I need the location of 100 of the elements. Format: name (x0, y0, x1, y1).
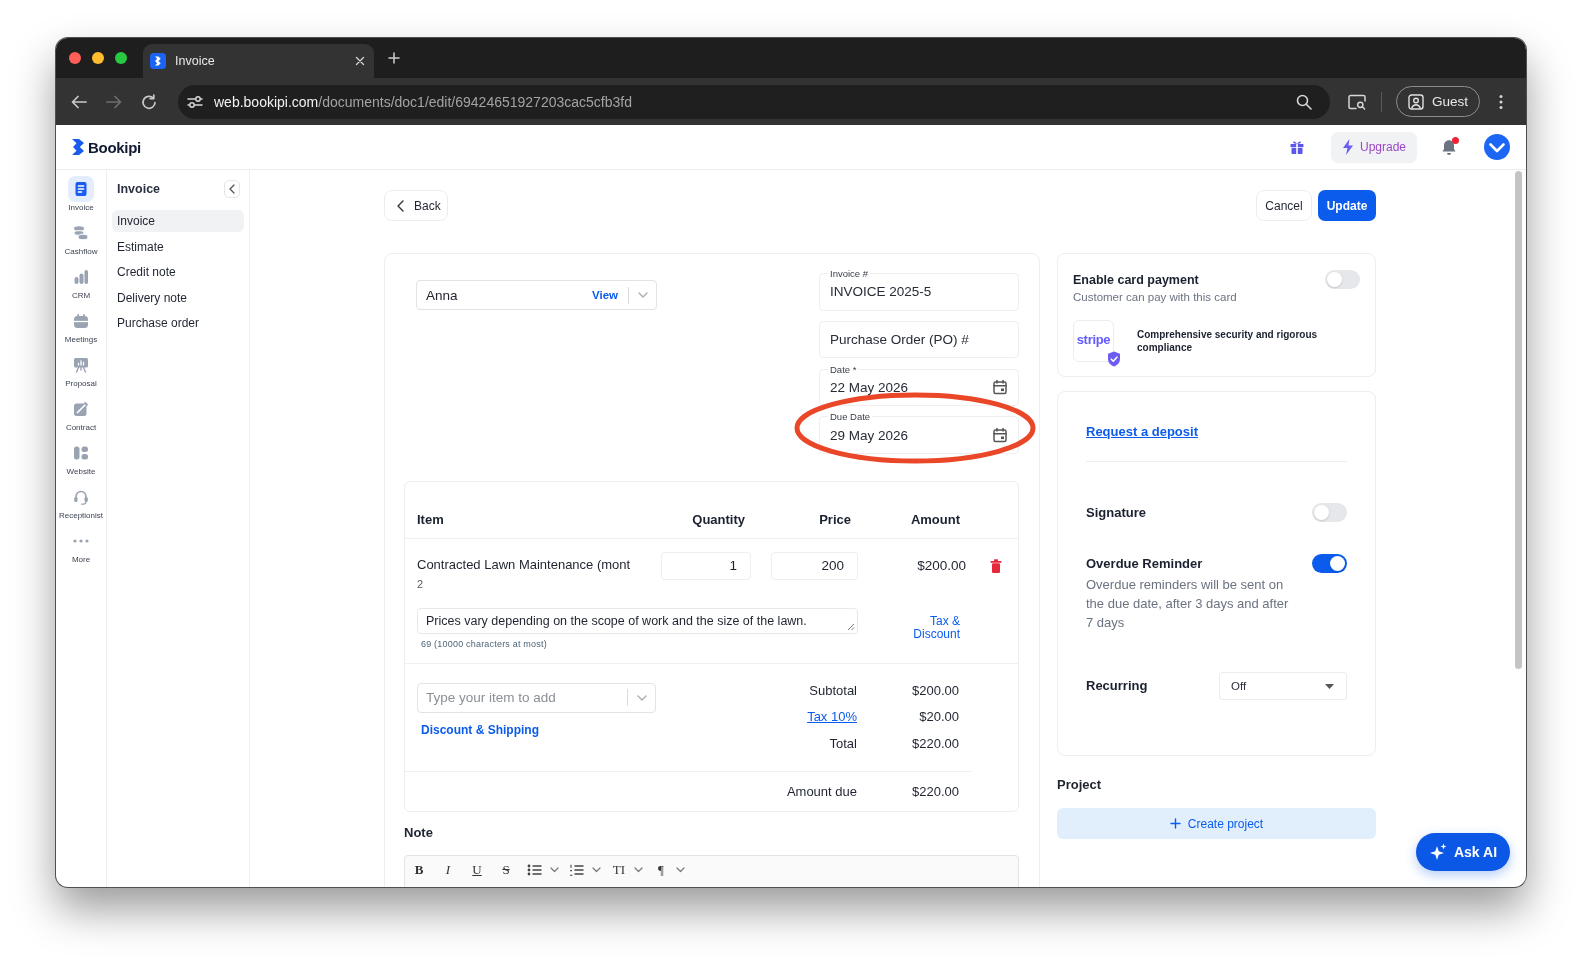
toggle-switch[interactable] (1312, 503, 1347, 522)
sidebar-item[interactable]: Contract (56, 396, 106, 440)
new-tab-icon[interactable] (388, 52, 400, 64)
browser-tab[interactable]: Invoice (143, 44, 374, 78)
character-count: 69 (10000 characters at most) (421, 638, 547, 649)
resize-handle-icon[interactable] (847, 622, 855, 631)
close-icon[interactable] (355, 56, 365, 66)
nav-item[interactable]: Delivery note (112, 286, 244, 309)
maximize-window-button[interactable] (115, 52, 127, 64)
client-select[interactable]: Anna View (416, 280, 657, 310)
update-button[interactable]: Update (1318, 190, 1376, 221)
totals-label: Subtotal (809, 682, 857, 698)
field-label: Due Date (828, 411, 873, 423)
trash-icon[interactable] (990, 558, 1002, 573)
pen-icon (73, 401, 89, 417)
ask-ai-button[interactable]: Ask AI (1416, 833, 1510, 871)
create-project-button[interactable]: Create project (1057, 808, 1376, 839)
item-name: Contracted Lawn Maintenance (mont (417, 555, 631, 574)
italic-button[interactable]: I (437, 861, 459, 878)
nav-item[interactable]: Invoice (112, 210, 244, 232)
nav-item[interactable]: Purchase order (112, 312, 244, 335)
avatar-icon[interactable] (1484, 134, 1510, 160)
close-window-button[interactable] (69, 52, 81, 64)
gift-icon[interactable] (1289, 139, 1305, 155)
search-icon[interactable] (1296, 93, 1312, 110)
description-field[interactable]: Prices vary depending on the scope of work and the size of the lawn. (417, 607, 858, 634)
sidebar-item[interactable]: CRM (56, 264, 106, 308)
coins-icon (73, 225, 89, 241)
presentation-board-icon (73, 357, 89, 373)
calendar-icon (73, 313, 89, 329)
underline-button[interactable]: U (466, 861, 488, 878)
sidebar-item[interactable]: Meetings (56, 308, 106, 352)
caret-icon[interactable] (676, 866, 685, 873)
back-icon[interactable] (71, 94, 87, 109)
calendar-icon[interactable] (992, 379, 1008, 396)
sidebar-item[interactable]: Proposal (56, 352, 106, 396)
caret-icon[interactable] (550, 866, 559, 873)
setting-label: Overdue Reminder (1086, 555, 1203, 573)
scrollbar-thumb[interactable] (1515, 171, 1522, 669)
headset-icon (73, 489, 89, 505)
discount-shipping-link[interactable]: Discount & Shipping (421, 723, 539, 737)
nav-item[interactable]: Estimate (112, 235, 244, 258)
layout-icon (73, 445, 89, 461)
sidebar-item[interactable]: Invoice (56, 176, 106, 220)
amount-text: $200.00 (917, 556, 966, 575)
caret-icon[interactable] (592, 866, 601, 873)
sidebar-item[interactable]: Website (56, 440, 106, 484)
totals-value: $200.00 (912, 682, 959, 698)
caret-icon[interactable] (634, 866, 643, 873)
setting-label: Recurring (1086, 677, 1148, 695)
amount-due-value: $220.00 (911, 783, 959, 799)
upgrade-button[interactable]: Upgrade (1331, 131, 1417, 163)
sidebar-item[interactable]: Receptionist (56, 484, 106, 528)
toggle-switch[interactable] (1312, 554, 1347, 573)
minimize-window-button[interactable] (92, 52, 104, 64)
amount-due-label: Amount due (786, 783, 857, 799)
lightning-bolt-icon (1342, 139, 1354, 155)
tax-link[interactable]: Tax 10% (807, 709, 857, 725)
address-bar[interactable]: web.bookipi.com/documents/doc1/edit/69424651927203cac5cfb3fd (178, 84, 1330, 119)
numbered-list-icon[interactable] (569, 863, 585, 876)
cancel-button[interactable]: Cancel (1256, 190, 1312, 221)
bullet-list-icon[interactable] (527, 863, 543, 876)
field-label: Invoice # (828, 268, 871, 279)
dropdown-select[interactable]: Off (1219, 672, 1347, 700)
strikethrough-button[interactable]: S (495, 861, 517, 878)
section-title: Note (404, 824, 433, 841)
text-field[interactable]: Purchase Order (PO) # (819, 320, 1019, 359)
logo-text: stripe (1076, 331, 1111, 347)
price-input[interactable]: 200 (771, 551, 858, 580)
paragraph-button[interactable]: ¶ (650, 861, 672, 878)
menu-icon[interactable] (1499, 93, 1503, 110)
sidebar-item[interactable]: Cashflow (56, 220, 106, 264)
sliders-icon[interactable] (187, 94, 203, 109)
request-deposit-link[interactable]: Request a deposit (1086, 424, 1198, 440)
bold-button[interactable]: B (408, 861, 430, 878)
tax-discount-link[interactable]: Tax & Discount (902, 614, 960, 641)
quantity-input[interactable]: 1 (661, 551, 751, 580)
totals-value: $20.00 (919, 709, 959, 725)
window-search-icon[interactable] (1348, 93, 1366, 110)
security-text: Comprehensive security and rigorous compliance (1137, 328, 1319, 354)
column-header: Price (819, 511, 851, 527)
column-header: Quantity (692, 511, 745, 527)
column-header: Item (417, 511, 444, 527)
view-link[interactable]: View (592, 289, 618, 301)
totals-value: $220.00 (912, 735, 959, 751)
bell-icon[interactable] (1441, 138, 1457, 156)
text-size-button[interactable]: TI (608, 861, 630, 878)
nav-item[interactable]: Credit note (112, 261, 244, 284)
toggle-switch[interactable] (1325, 270, 1360, 289)
setting-label: Signature (1086, 504, 1146, 522)
sidebar-item[interactable]: More (56, 528, 106, 572)
ellipsis-icon (73, 539, 89, 543)
back-button[interactable]: Back (384, 190, 448, 221)
shield-check-icon (1107, 351, 1121, 367)
chevron-left-icon (397, 199, 404, 212)
calendar-icon[interactable] (992, 427, 1008, 444)
collapse-button[interactable] (224, 180, 240, 198)
reload-icon[interactable] (141, 93, 157, 110)
bar-chart-icon (73, 269, 89, 285)
favicon-icon (150, 53, 166, 69)
